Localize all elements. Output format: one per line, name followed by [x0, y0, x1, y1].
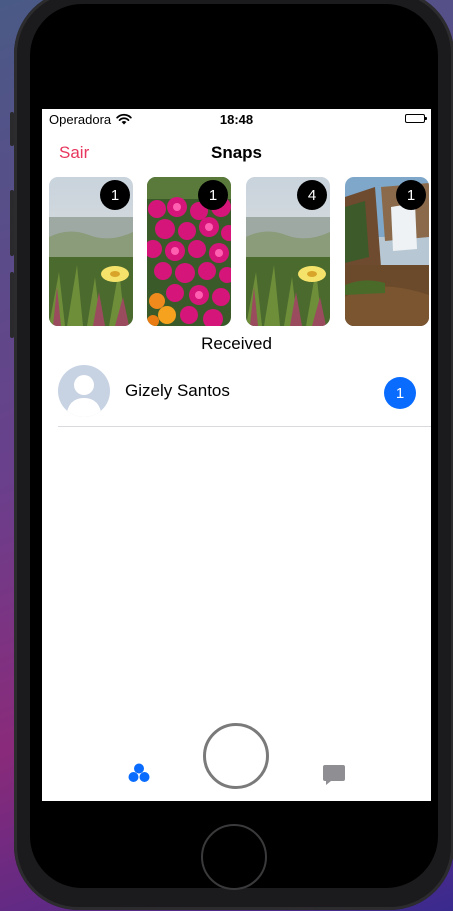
contact-name: Gizely Santos	[125, 381, 230, 400]
friends-icon	[128, 763, 150, 782]
avatar	[58, 365, 110, 417]
snap-count-badge: 1	[396, 180, 426, 210]
snap-thumbnail[interactable]: 1	[49, 177, 133, 326]
row-separator	[58, 426, 431, 427]
snap-count-badge: 1	[100, 180, 130, 210]
default-avatar-icon	[58, 365, 110, 417]
friends-tab[interactable]	[128, 763, 150, 783]
page-title: Snaps	[210, 143, 263, 162]
unread-count-badge: 1	[384, 377, 416, 409]
battery-icon	[405, 114, 427, 123]
snap-count-badge: 1	[198, 180, 228, 210]
snap-count-badge: 4	[297, 180, 327, 210]
snaps-carousel[interactable]: 1 1 4 1	[42, 177, 431, 326]
received-list-item[interactable]: Gizely Santos 1	[42, 363, 431, 427]
chat-tab[interactable]	[322, 764, 346, 786]
tab-bar	[42, 721, 431, 801]
navigation-bar: Sair Snaps	[42, 137, 431, 169]
chat-icon	[323, 765, 345, 785]
snap-thumbnail[interactable]: 4	[246, 177, 330, 326]
status-bar: Operadora 18:48	[42, 109, 431, 131]
snap-thumbnail[interactable]: 1	[345, 177, 429, 326]
camera-capture-button[interactable]	[203, 723, 269, 789]
snap-thumbnail[interactable]: 1	[147, 177, 231, 326]
app-screen: Operadora 18:48 Sair Snaps 1 1 4 1 Recei…	[42, 109, 431, 801]
status-time: 18:48	[219, 112, 254, 127]
home-button[interactable]	[201, 824, 267, 890]
section-header-received: Received	[201, 334, 272, 353]
